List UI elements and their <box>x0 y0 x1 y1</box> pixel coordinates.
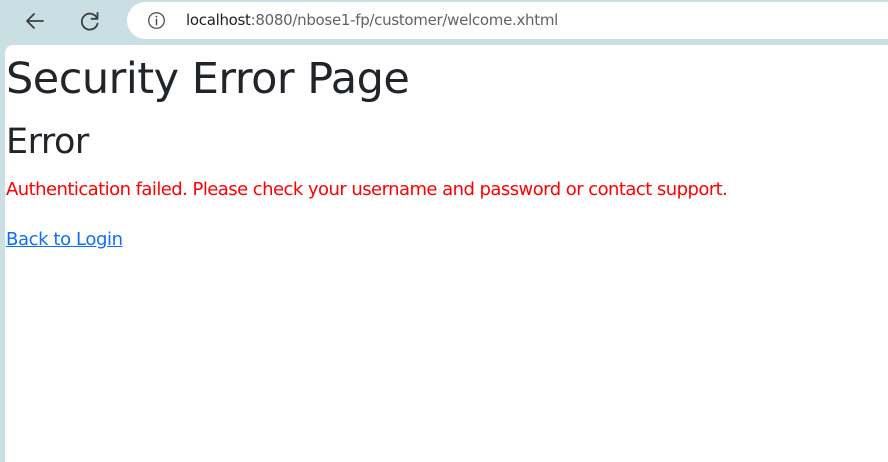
browser-toolbar: localhost:8080/nbose1-fp/customer/welcom… <box>0 0 888 44</box>
back-to-login-link[interactable]: Back to Login <box>6 228 123 252</box>
reload-icon <box>80 11 99 31</box>
arrow-left-icon <box>26 13 44 29</box>
url-text[interactable]: localhost:8080/nbose1-fp/customer/welcom… <box>186 11 558 30</box>
back-button[interactable] <box>19 5 51 37</box>
info-icon[interactable] <box>147 11 166 30</box>
page-title: Security Error Page <box>6 54 410 104</box>
url-host: localhost <box>186 11 251 29</box>
reload-button[interactable] <box>74 5 106 37</box>
address-bar[interactable]: localhost:8080/nbose1-fp/customer/welcom… <box>127 2 888 39</box>
error-message: Authentication failed. Please check your… <box>6 179 728 200</box>
page-viewport: Security Error Page Error Authentication… <box>5 45 888 462</box>
url-path: :8080/nbose1-fp/customer/welcome.xhtml <box>250 11 559 29</box>
error-heading: Error <box>6 122 89 162</box>
